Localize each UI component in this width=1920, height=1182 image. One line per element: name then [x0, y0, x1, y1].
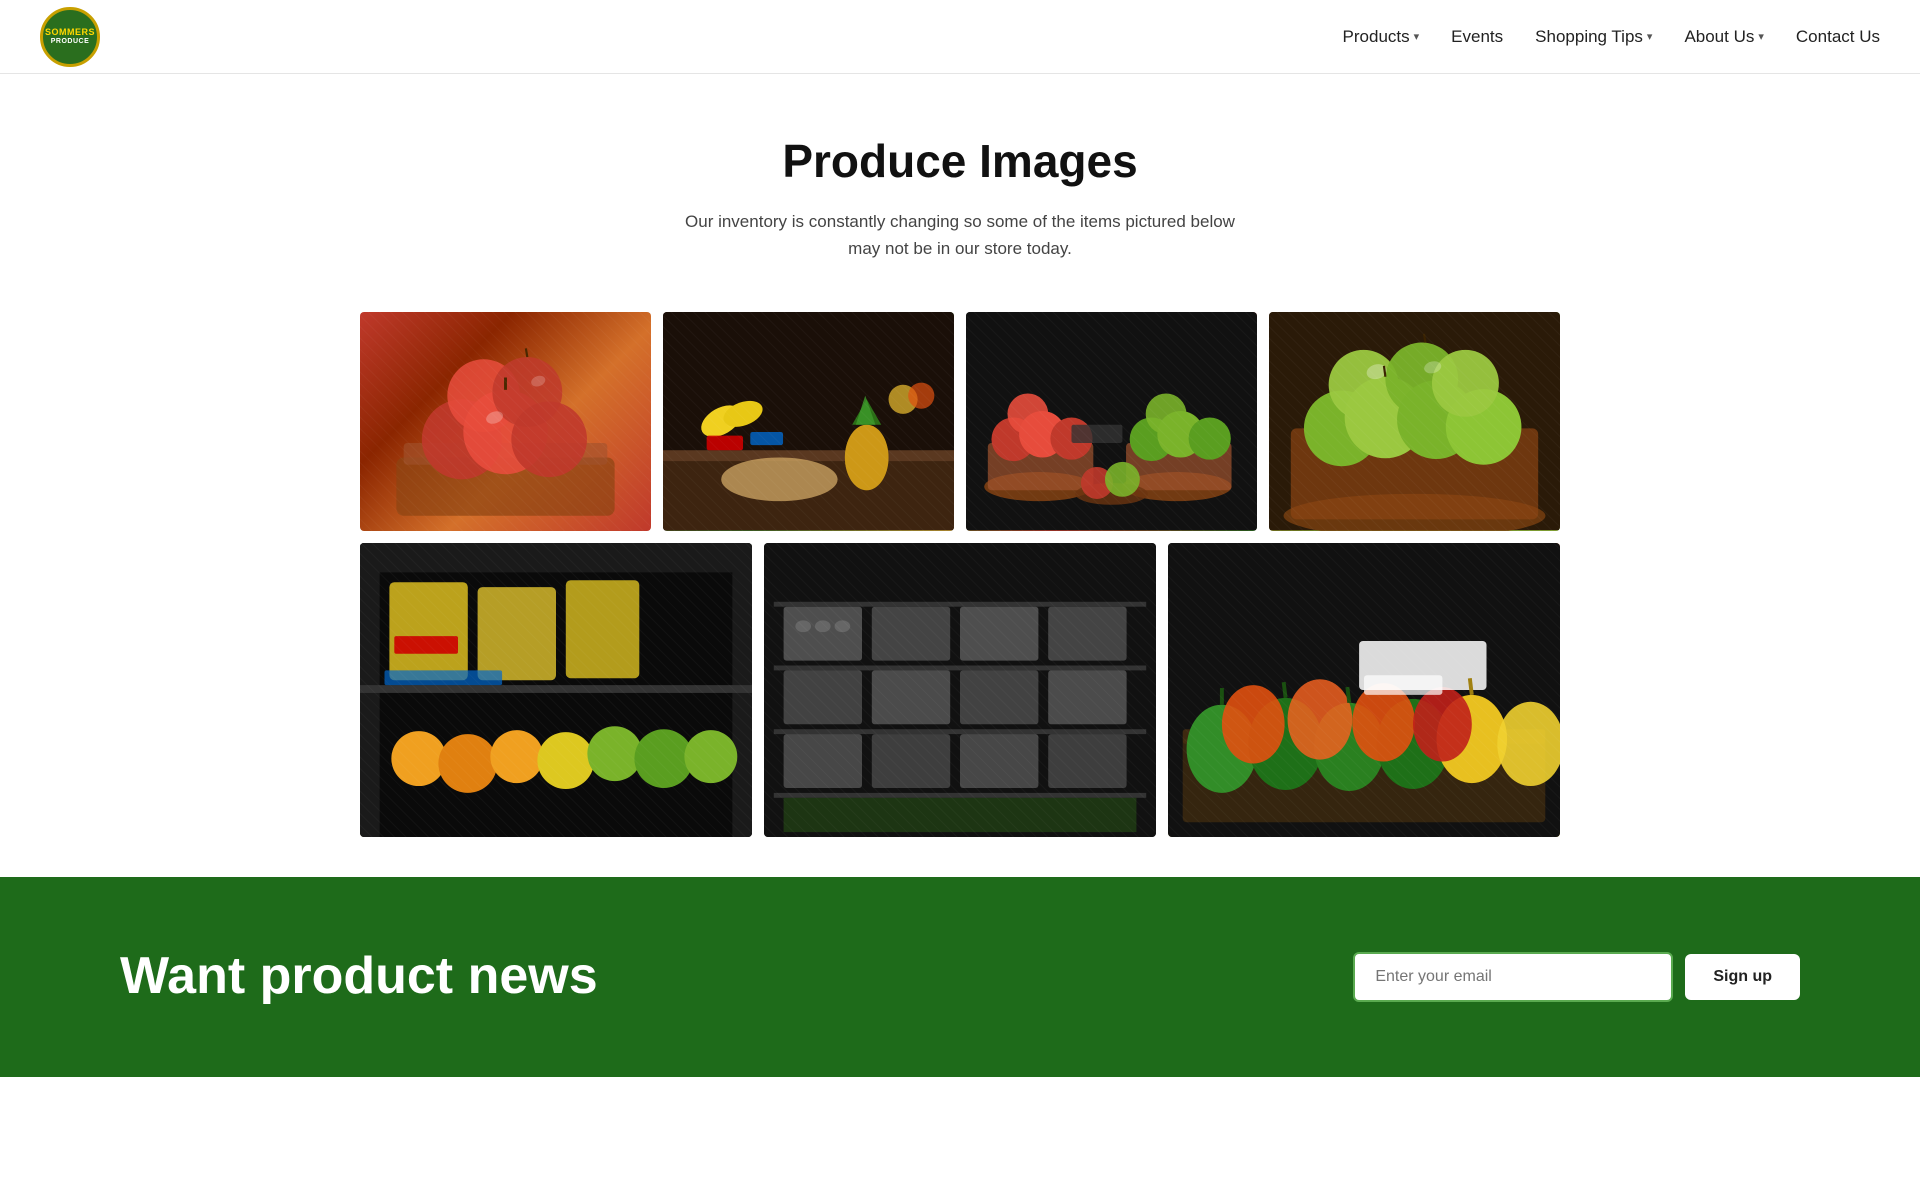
produce-image-6[interactable] — [764, 543, 1156, 837]
logo-text-top: SOMMERS — [45, 27, 95, 38]
image-grid-row1 — [360, 312, 1560, 530]
chevron-down-icon: ▾ — [1758, 30, 1764, 43]
produce-image-5[interactable] — [360, 543, 752, 837]
logo-circle: SOMMERS PRODUCE — [40, 7, 100, 67]
page-subtitle: Our inventory is constantly changing so … — [120, 208, 1800, 262]
nav-shopping-tips[interactable]: Shopping Tips ▾ — [1535, 27, 1652, 47]
logo[interactable]: SOMMERS PRODUCE — [40, 7, 100, 67]
nav-events[interactable]: Events — [1451, 27, 1503, 47]
footer-form: Sign up — [1353, 952, 1800, 1002]
logo-text-mid: PRODUCE — [45, 38, 95, 46]
produce-image-3[interactable] — [966, 312, 1257, 530]
chevron-down-icon: ▾ — [1414, 30, 1420, 43]
footer-title: Want product news — [120, 948, 598, 1005]
produce-image-7[interactable] — [1168, 543, 1560, 837]
nav-products[interactable]: Products ▾ — [1343, 27, 1420, 47]
email-input[interactable] — [1353, 952, 1673, 1002]
image-grid-row2 — [360, 543, 1560, 837]
produce-image-4[interactable] — [1269, 312, 1560, 530]
nav-about-us[interactable]: About Us ▾ — [1684, 27, 1763, 47]
footer-section: Want product news Sign up — [0, 877, 1920, 1077]
main-nav: Products ▾ Events Shopping Tips ▾ About … — [1343, 27, 1880, 47]
nav-contact-us[interactable]: Contact Us — [1796, 27, 1880, 47]
produce-image-1[interactable] — [360, 312, 651, 530]
chevron-down-icon: ▾ — [1647, 30, 1653, 43]
page-title: Produce Images — [120, 134, 1800, 188]
signup-button[interactable]: Sign up — [1685, 954, 1800, 1000]
produce-image-2[interactable] — [663, 312, 954, 530]
